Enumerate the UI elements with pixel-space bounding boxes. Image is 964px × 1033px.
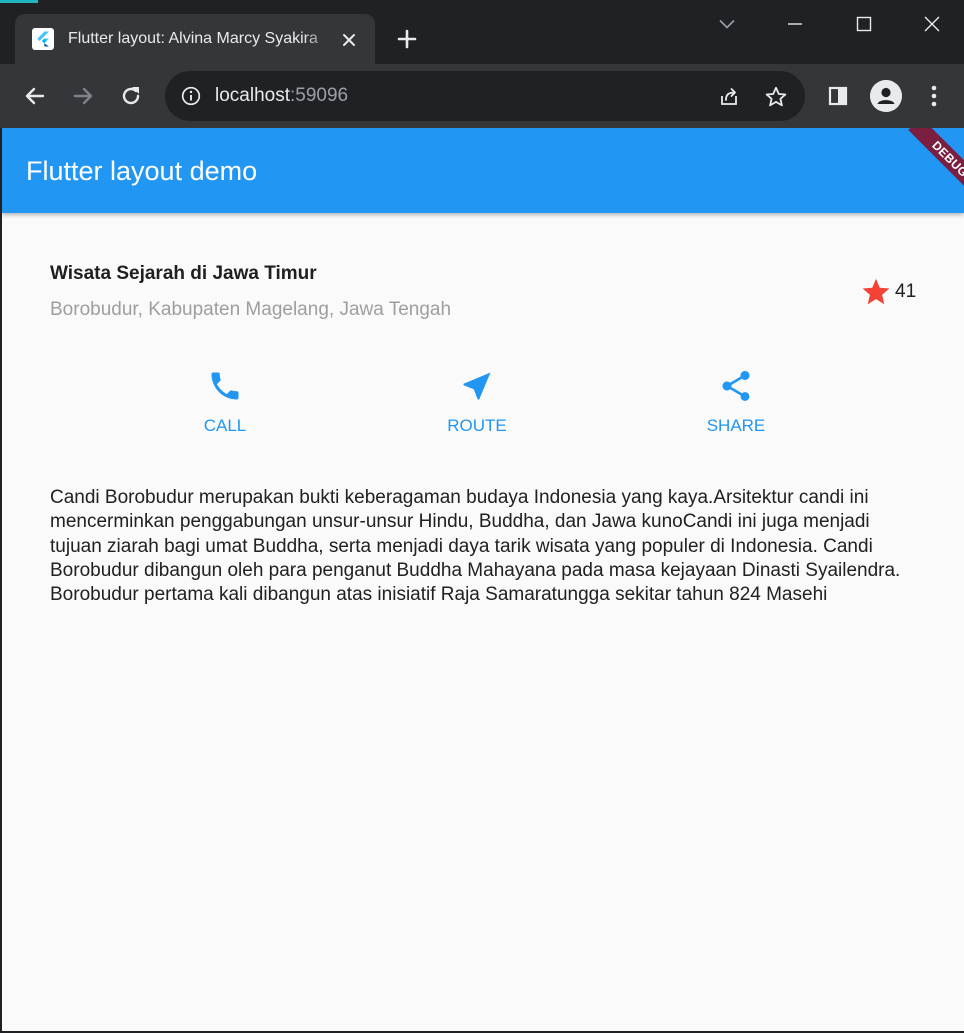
route-button[interactable]: ROUTE bbox=[417, 368, 537, 442]
url-text[interactable]: localhost:59096 bbox=[215, 84, 348, 108]
share-button[interactable]: SHARE bbox=[676, 368, 796, 442]
share-icon bbox=[722, 371, 750, 401]
bookmark-star-icon[interactable] bbox=[763, 84, 789, 110]
maximize-icon[interactable] bbox=[847, 8, 881, 40]
app-viewport: Flutter layout demo DEBUG Wisata Sejarah… bbox=[2, 128, 964, 1031]
reload-icon[interactable] bbox=[115, 80, 147, 112]
person-icon bbox=[870, 80, 902, 112]
url-port: :59096 bbox=[290, 85, 349, 106]
near-me-icon bbox=[463, 372, 491, 400]
back-arrow-icon[interactable] bbox=[19, 80, 51, 112]
place-subtitle: Borobudur, Kabupaten Magelang, Jawa Teng… bbox=[50, 299, 452, 320]
tab-title: Flutter layout: Alvina Marcy Syakira bbox=[68, 30, 318, 47]
app-bar-title: Flutter layout demo bbox=[26, 156, 258, 186]
address-bar[interactable]: localhost:59096 bbox=[165, 71, 805, 121]
call-label: CALL bbox=[203, 416, 247, 435]
browser-tab-strip: Flutter layout: Alvina Marcy Syakira bbox=[0, 0, 964, 64]
tab-close-icon[interactable] bbox=[337, 28, 361, 52]
forward-arrow-icon[interactable] bbox=[67, 80, 99, 112]
browser-toolbar: localhost:59096 bbox=[0, 64, 964, 128]
share-page-icon[interactable] bbox=[716, 84, 742, 110]
more-menu-icon[interactable] bbox=[918, 80, 950, 112]
tab-search-icon[interactable] bbox=[710, 8, 744, 40]
place-title: Wisata Sejarah di Jawa Timur bbox=[50, 263, 317, 284]
minimize-icon[interactable] bbox=[778, 8, 812, 40]
profile-avatar[interactable] bbox=[870, 80, 902, 112]
place-description: Candi Borobudur merupakan bukti keberaga… bbox=[50, 487, 901, 606]
site-info-icon[interactable] bbox=[179, 84, 203, 108]
close-window-icon[interactable] bbox=[915, 8, 949, 40]
new-tab-icon[interactable] bbox=[393, 25, 421, 53]
call-button[interactable]: CALL bbox=[165, 368, 285, 442]
star-icon bbox=[862, 278, 890, 305]
route-label: ROUTE bbox=[447, 416, 507, 435]
flutter-logo-icon bbox=[32, 28, 54, 50]
browser-tab[interactable]: Flutter layout: Alvina Marcy Syakira bbox=[15, 14, 375, 64]
phone-icon bbox=[211, 372, 239, 400]
rating-count: 41 bbox=[895, 281, 917, 302]
share-label: SHARE bbox=[706, 416, 766, 435]
side-panel-icon[interactable] bbox=[822, 80, 854, 112]
app-bar: Flutter layout demo bbox=[2, 128, 964, 213]
tab-strip-accent bbox=[0, 0, 38, 3]
url-host: localhost bbox=[215, 85, 290, 106]
